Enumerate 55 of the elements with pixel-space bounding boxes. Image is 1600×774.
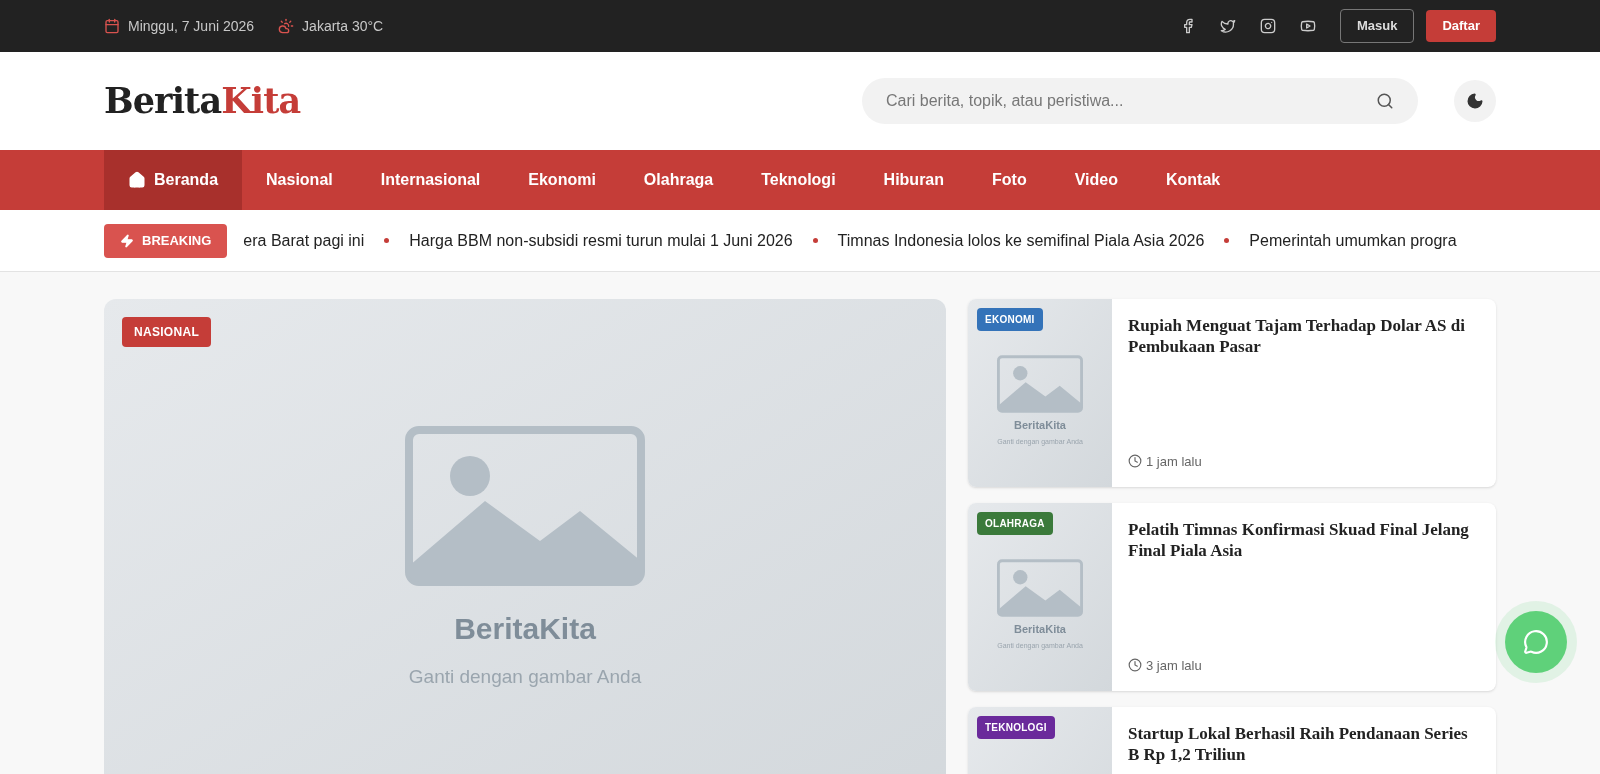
bullet-icon	[384, 238, 390, 243]
breaking-label: BREAKING	[142, 231, 212, 250]
lightning-icon	[120, 233, 134, 248]
article-card[interactable]: TEKNOLOGI Startup Lokal Berhasil Raih Pendanaan Series B Rp 1,2 Triliun	[968, 707, 1496, 774]
search-field[interactable]: Cari berita, topik, atau peristiwa...	[862, 78, 1418, 124]
nav-tab[interactable]: Olahraga	[619, 150, 738, 210]
bullet-icon	[1224, 238, 1230, 243]
instagram-icon[interactable]	[1259, 18, 1276, 34]
placeholder-title: BeritaKita	[1014, 417, 1066, 433]
moon-icon	[1466, 92, 1484, 110]
login-button[interactable]: Masuk	[1339, 9, 1415, 43]
register-button[interactable]: Daftar	[1426, 10, 1496, 42]
date-text: Minggu, 7 Juni 2026	[128, 16, 255, 36]
ticker-headline[interactable]: era Barat pagi ini	[243, 228, 365, 253]
placeholder-title: BeritaKita	[454, 611, 596, 648]
weather-icon	[278, 18, 295, 34]
placeholder-title: BeritaKita	[1014, 621, 1066, 637]
time-text: 3 jam lalu	[1146, 656, 1202, 675]
youtube-icon[interactable]	[1299, 18, 1316, 34]
nav-tab[interactable]: Hiburan	[859, 150, 969, 210]
nav-tab[interactable]: Kontak	[1142, 150, 1245, 210]
image-placeholder-icon	[997, 558, 1083, 617]
ticker-headline[interactable]: Timnas Indonesia lolos ke semifinal Piala Asia 2026	[837, 228, 1205, 253]
category-badge: NASIONAL	[122, 317, 212, 347]
nav-tab[interactable]: Teknologi	[737, 150, 860, 210]
article-title[interactable]: Pelatih Timnas Konfirmasi Skuad Final Jelang Final Piala Asia	[1128, 519, 1480, 561]
dark-mode-toggle[interactable]	[1454, 80, 1496, 122]
nav-tab[interactable]: Ekonomi	[504, 150, 620, 210]
article-title[interactable]: Startup Lokal Berhasil Raih Pendanaan Series B Rp 1,2 Triliun	[1128, 723, 1480, 765]
category-badge: OLAHRAGA	[977, 512, 1053, 535]
nav-tab[interactable]: Internasional	[356, 150, 505, 210]
image-placeholder-icon	[997, 354, 1083, 413]
nav-tab[interactable]: Nasional	[242, 150, 357, 210]
article-title[interactable]: Rupiah Menguat Tajam Terhadap Dolar AS di Pembukaan Pasar	[1128, 315, 1480, 357]
category-badge: TEKNOLOGI	[977, 716, 1055, 739]
nav-tab[interactable]: Video	[1050, 150, 1142, 210]
placeholder-caption: Ganti dengan gambar Anda	[408, 665, 642, 690]
search-icon[interactable]	[1376, 92, 1394, 110]
featured-article-card[interactable]: NASIONAL BeritaKita Ganti dengan gambar Anda	[104, 299, 946, 774]
ticker-headline[interactable]: Pemerintah umumkan progra	[1249, 228, 1457, 253]
category-badge: EKONOMI	[977, 308, 1043, 331]
calendar-icon	[104, 18, 120, 34]
logo[interactable]: BeritaKita	[104, 74, 301, 128]
twitter-icon[interactable]	[1219, 18, 1236, 34]
image-placeholder-icon	[405, 426, 645, 587]
bullet-icon	[812, 238, 818, 243]
clock-icon	[1128, 454, 1142, 469]
nav-tab[interactable]: Beranda	[104, 150, 243, 210]
time-text: 1 jam lalu	[1146, 452, 1202, 471]
home-icon	[128, 171, 146, 189]
nav-tab[interactable]: Foto	[968, 150, 1051, 210]
chat-icon	[1523, 629, 1549, 655]
clock-icon	[1128, 658, 1142, 673]
weather-text: Jakarta 30°C	[302, 16, 384, 36]
ticker-headline[interactable]: Harga BBM non-subsidi resmi turun mulai 1 Juni 2026	[409, 228, 793, 253]
